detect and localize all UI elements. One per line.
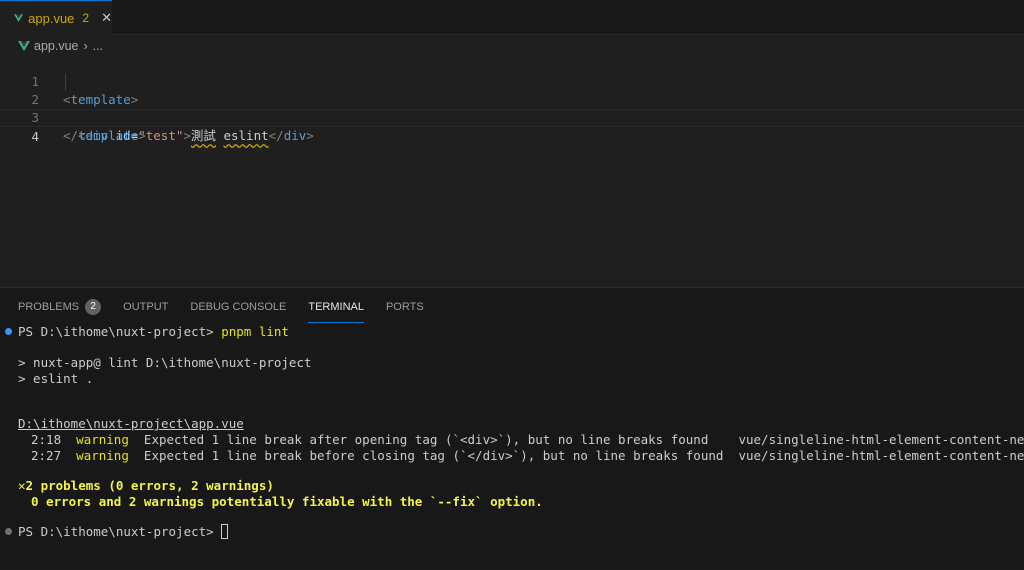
warning-text: eslint	[223, 128, 269, 143]
lint-warning-row: 2:27 warning Expected 1 line break befor…	[31, 448, 1024, 464]
warning-position: 2:27	[31, 448, 62, 463]
vue-file-icon	[18, 41, 30, 51]
close-icon[interactable]: ✕	[101, 10, 112, 26]
terminal-line: PS D:\ithome\nuxt-project> pnpm lint	[18, 324, 289, 340]
prompt: PS D:\ithome\nuxt-project>	[18, 524, 222, 539]
code-line: 1 <template>	[0, 55, 1024, 107]
bottom-panel: PROBLEMS 2 OUTPUT DEBUG CONSOLE TERMINAL…	[0, 287, 1024, 569]
prompt: PS D:\ithome\nuxt-project>	[18, 324, 222, 339]
token-tag: div	[283, 128, 307, 143]
command: pnpm lint	[221, 324, 289, 339]
lint-warning-row: 2:18 warning Expected 1 line break after…	[31, 432, 1024, 448]
fixable-note: 0 errors and 2 warnings potentially fixa…	[31, 494, 543, 509]
warning-rule: vue/singleline-html-element-content-newl…	[738, 432, 1024, 447]
summary-text: 2 problems (0 errors, 2 warnings)	[25, 478, 274, 493]
token-bracket: </	[63, 128, 79, 143]
terminal[interactable]: PS D:\ithome\nuxt-project> pnpm lint > n…	[0, 288, 1024, 570]
terminal-cursor	[221, 524, 229, 539]
tab-problem-count: 2	[82, 11, 90, 25]
terminal-line: PS D:\ithome\nuxt-project>	[18, 524, 229, 540]
lint-summary: ✕2 problems (0 errors, 2 warnings)	[18, 478, 274, 494]
summary-x-icon: ✕	[18, 478, 26, 493]
vue-file-icon	[14, 14, 24, 22]
command-success-dot-icon[interactable]	[5, 328, 12, 335]
warning-rule: vue/singleline-html-element-content-newl…	[738, 448, 1024, 463]
chevron-right-icon: ›	[83, 39, 88, 53]
token-bracket: </	[268, 128, 284, 143]
current-code-line: 4	[0, 109, 1024, 144]
warning-message: Expected 1 line break before closing tag…	[143, 448, 724, 463]
token-tag: template	[78, 128, 139, 143]
token-bracket: >	[138, 128, 146, 143]
terminal-line: > eslint .	[18, 371, 94, 386]
breadcrumb: app.vue › ...	[18, 37, 103, 55]
command-idle-dot-icon[interactable]	[5, 528, 12, 535]
warning-position: 2:18	[31, 432, 62, 447]
tab-filename: app.vue	[28, 10, 75, 26]
code-line: 3 </template>	[0, 91, 1024, 143]
warning-level: warning	[76, 432, 129, 447]
indent-guide	[65, 73, 66, 91]
warning-level: warning	[76, 448, 129, 463]
token-bracket: >	[183, 128, 191, 143]
token-bracket: >	[306, 128, 314, 143]
tab-app-vue[interactable]: app.vue 2 ✕	[0, 0, 112, 35]
lint-file-path[interactable]: D:\ithome\nuxt-project\app.vue	[18, 416, 244, 432]
warning-message: Expected 1 line break after opening tag …	[143, 432, 709, 447]
terminal-line: > nuxt-app@ lint D:\ithome\nuxt-project	[18, 355, 312, 370]
code-line: 2 <div id="test">測試 eslint</div>	[0, 73, 1024, 143]
line-number: 4	[31, 129, 39, 144]
breadcrumb-file[interactable]: app.vue	[34, 39, 78, 53]
editor-tab-bar: app.vue 2 ✕	[0, 0, 1024, 35]
warning-text: 測試	[190, 128, 216, 143]
breadcrumb-more[interactable]: ...	[93, 39, 103, 53]
code-editor[interactable]: 1 <template> 2 <div id="test">測試 eslint<…	[0, 55, 1024, 295]
